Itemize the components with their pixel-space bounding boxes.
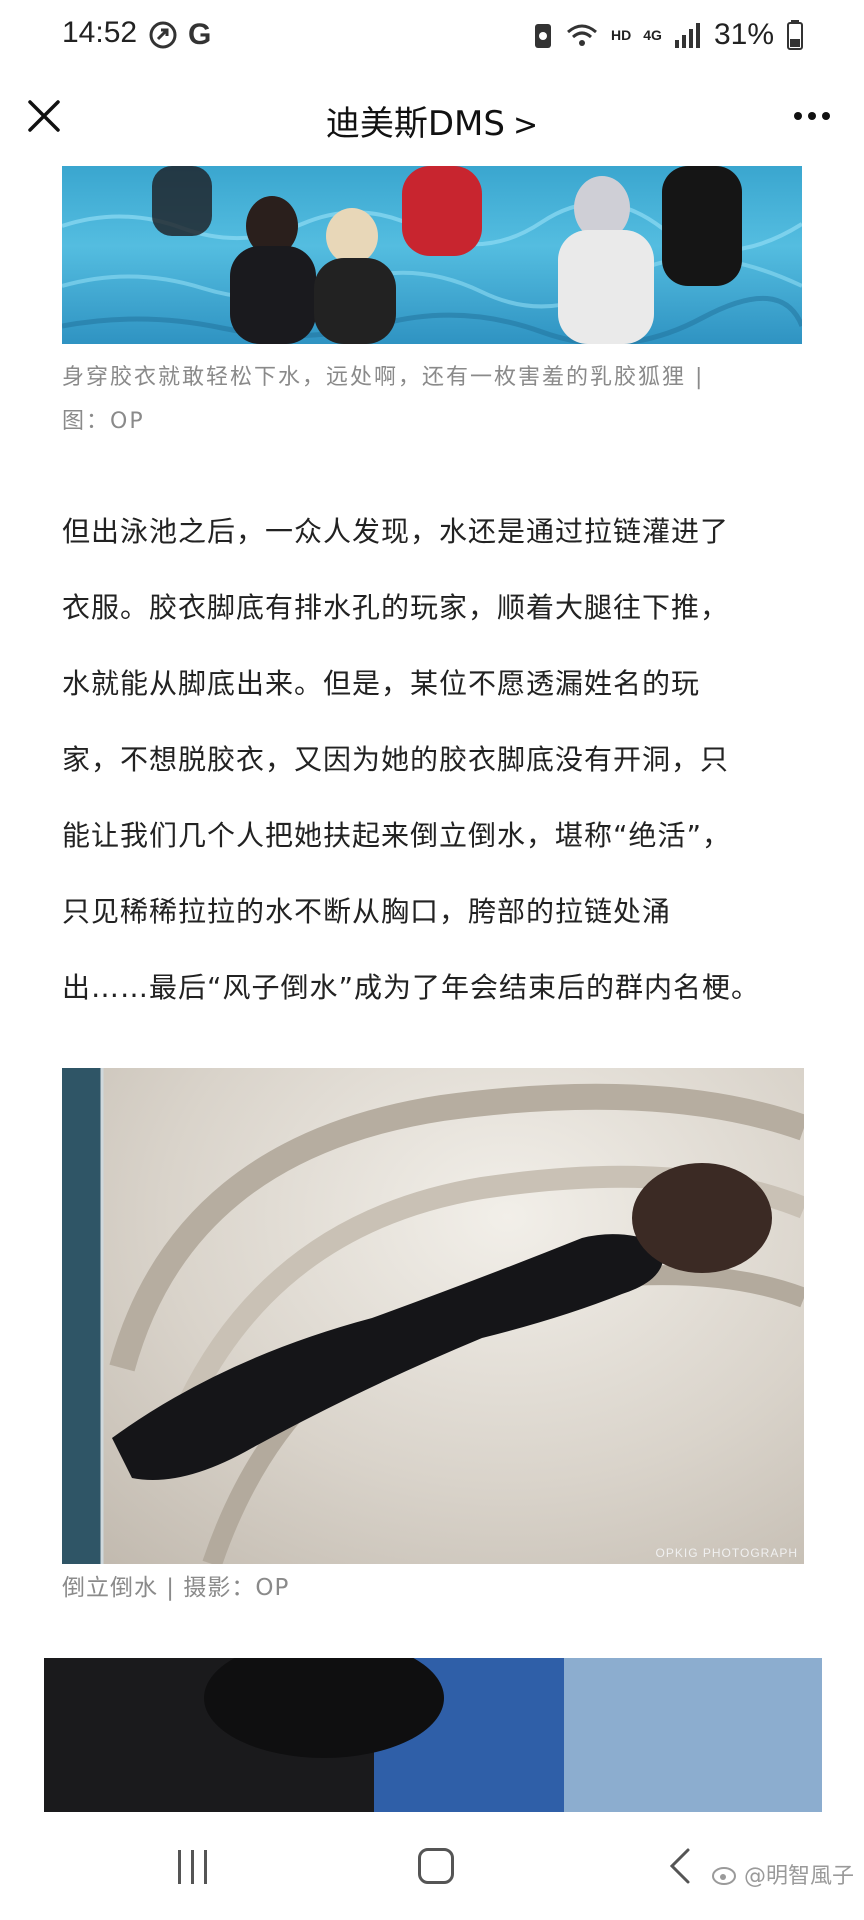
image-caption-1: 身穿胶衣就敢轻松下水，远处啊，还有一枚害羞的乳胶狐狸 | 图：OP <box>62 356 807 444</box>
battery-percent: 31% <box>713 18 774 51</box>
more-dot <box>822 112 830 120</box>
chevron-right-icon: > <box>512 108 539 143</box>
watermark-text: @明智風子 <box>743 1864 854 1889</box>
wifi-icon <box>567 24 598 46</box>
caption-line: 图：OP <box>62 409 145 434</box>
stairs-photo <box>62 1068 804 1564</box>
recent-apps-icon[interactable] <box>178 1850 214 1884</box>
google-icon: G <box>188 18 212 51</box>
back-icon[interactable] <box>664 1846 694 1886</box>
partial-photo <box>44 1658 822 1812</box>
weibo-icon <box>711 1867 736 1885</box>
photo-watermark: OPKIG PHOTOGRAPH <box>655 1546 798 1560</box>
status-bar: 14:52 G HD 4G 31% <box>0 0 864 74</box>
signal-icon <box>674 23 700 48</box>
paragraph-line: 能让我们几个人把她扶起来倒立倒水，堪称“绝活”， <box>62 819 732 852</box>
pool-photo <box>62 166 802 344</box>
system-nav-bar: @明智風子 <box>0 1812 864 1920</box>
paragraph-line: 只见稀稀拉拉的水不断从胸口，胯部的拉链处涌 <box>62 895 672 928</box>
status-right-icons: HD 4G 31% <box>533 18 804 52</box>
hd-label: HD <box>611 27 632 43</box>
more-button[interactable] <box>784 98 840 134</box>
account-title[interactable]: 迪美斯DMS > <box>0 96 864 145</box>
recent-bar <box>178 1850 181 1884</box>
article-paragraph: 但出泳池之后，一众人发现，水还是通过拉链灌进了 衣服。胶衣脚底有排水孔的玩家，顺… <box>62 494 807 1026</box>
caption-line: 身穿胶衣就敢轻松下水，远处啊，还有一枚害羞的乳胶狐狸 | <box>62 365 705 390</box>
battery-icon <box>787 20 803 50</box>
account-name: 迪美斯DMS <box>325 104 505 144</box>
more-dot <box>794 112 802 120</box>
article-image-3[interactable] <box>44 1658 822 1812</box>
home-icon[interactable] <box>418 1848 454 1884</box>
paragraph-line: 水就能从脚底出来。但是，某位不愿透漏姓名的玩 <box>62 667 701 700</box>
title-bar: 迪美斯DMS > <box>0 74 864 166</box>
network-label: 4G <box>643 27 662 43</box>
weibo-watermark: @明智風子 <box>711 1858 854 1890</box>
image-caption-2: 倒立倒水 | 摄影：OP <box>62 1575 290 1601</box>
recent-bar <box>204 1850 207 1884</box>
sim-icon <box>535 24 552 48</box>
paragraph-line: 出……最后“风子倒水”成为了年会结束后的群内名梗。 <box>62 971 761 1004</box>
paragraph-line: 家，不想脱胶衣，又因为她的胶衣脚底没有开洞，只 <box>62 743 730 776</box>
status-app-icon <box>149 21 177 49</box>
paragraph-line: 但出泳池之后，一众人发现，水还是通过拉链灌进了 <box>62 515 730 548</box>
status-left-icons: G <box>148 18 211 52</box>
paragraph-line: 衣服。胶衣脚底有排水孔的玩家，顺着大腿往下推， <box>62 591 730 624</box>
status-time: 14:52 <box>62 16 138 49</box>
article-image-pool[interactable] <box>62 166 802 344</box>
recent-bar <box>191 1850 194 1884</box>
article-image-stairs[interactable]: OPKIG PHOTOGRAPH <box>62 1068 804 1564</box>
more-dot <box>808 112 816 120</box>
